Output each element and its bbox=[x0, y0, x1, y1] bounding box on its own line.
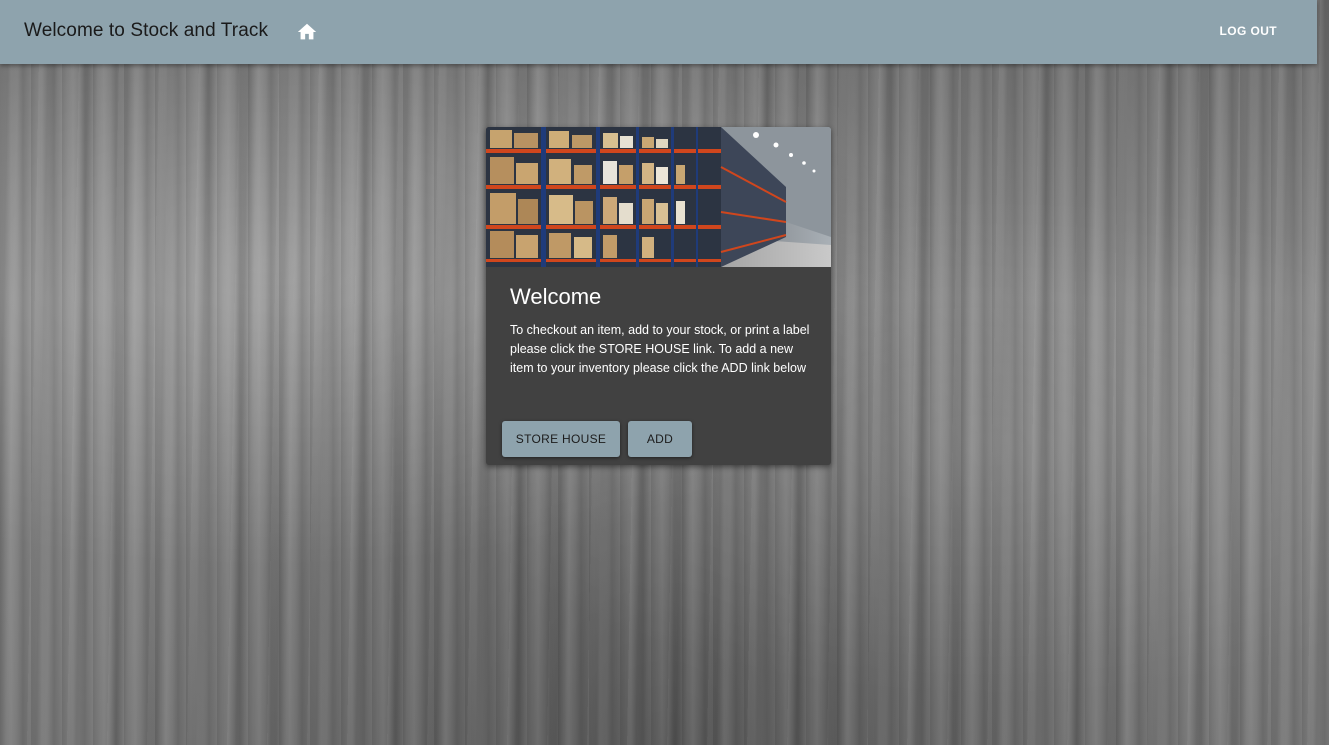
store-house-button[interactable]: STORE HOUSE bbox=[502, 421, 620, 457]
home-icon-graphic bbox=[297, 23, 317, 40]
welcome-card: Welcome To checkout an item, add to your… bbox=[486, 127, 831, 465]
app-title: Welcome to Stock and Track bbox=[24, 20, 269, 41]
warehouse-image bbox=[486, 127, 831, 267]
card-title: Welcome bbox=[510, 284, 602, 309]
warehouse-shelves-photo bbox=[486, 127, 831, 267]
logout-button[interactable]: LOG OUT bbox=[1220, 24, 1277, 38]
card-description: To checkout an item, add to your stock, … bbox=[510, 323, 810, 375]
home-icon[interactable] bbox=[296, 21, 318, 43]
app-bar: Welcome to Stock and Track LOG OUT bbox=[0, 0, 1317, 64]
add-button[interactable]: ADD bbox=[628, 421, 692, 457]
